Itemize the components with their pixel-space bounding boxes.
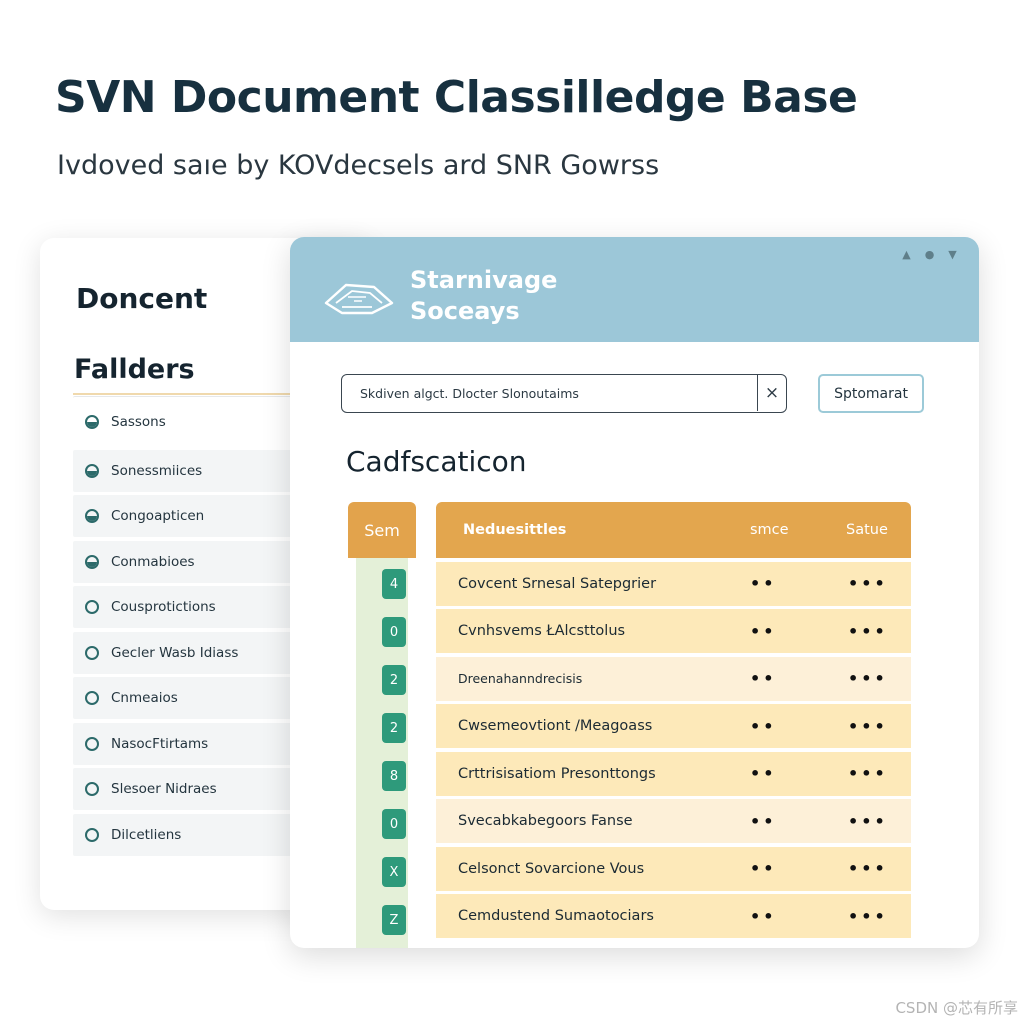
row-name: Cwsemeovtiont /Meagoass bbox=[458, 718, 653, 734]
search-box: × bbox=[341, 374, 787, 413]
row-size: •• bbox=[750, 764, 777, 783]
signal-icon[interactable]: ▲ bbox=[900, 249, 913, 261]
row-name: Celsonct Sovarcione Vous bbox=[458, 860, 645, 877]
folder-label: Gecler Wasb Idiass bbox=[111, 644, 239, 661]
folder-circle-icon bbox=[85, 554, 99, 569]
folder-label: Cnmeaios bbox=[111, 690, 178, 706]
folder-circle-icon bbox=[85, 736, 99, 751]
row-size: •• bbox=[750, 859, 777, 878]
folder-circle-icon bbox=[85, 414, 99, 429]
section-title: Cadfscaticon bbox=[346, 445, 527, 478]
row-status: ••• bbox=[848, 811, 888, 831]
row-size: •• bbox=[750, 906, 777, 926]
row-status: ••• bbox=[848, 574, 888, 593]
table-row[interactable]: Cvnhsvems ŁAlcsttolus •• ••• bbox=[436, 609, 911, 653]
main-panel: Starnivage Soceays ▲ ● ▼ × Sptomarat Cad… bbox=[290, 237, 979, 948]
row-size: •• bbox=[750, 574, 777, 593]
row-name: Dreenahanndrecisis bbox=[458, 671, 583, 686]
page-subtitle: Ivdoved saıe by KOVdecsels ard SNR Gowrs… bbox=[57, 150, 660, 181]
row-number-badge: X bbox=[382, 857, 406, 887]
folders-heading: Fallders bbox=[74, 354, 195, 385]
folder-label: Slesoer Nidraes bbox=[111, 781, 217, 797]
folder-label: Cousprotictions bbox=[111, 599, 216, 615]
header-icons: ▲ ● ▼ bbox=[900, 249, 959, 261]
row-name: Cvnhsvems ŁAlcsttolus bbox=[458, 623, 626, 639]
row-status: ••• bbox=[848, 764, 888, 783]
row-number-badge: 0 bbox=[382, 617, 406, 647]
page-title: SVN Document Classilledge Base bbox=[55, 72, 858, 123]
column-header-name[interactable]: Neduesittles bbox=[463, 502, 566, 558]
row-name: Crttrisisatiom Presonttongs bbox=[458, 765, 656, 782]
table-row[interactable]: Svecabkabegoors Fanse •• ••• bbox=[436, 799, 911, 843]
folder-circle-icon bbox=[85, 600, 99, 614]
row-number-badge: Z bbox=[382, 905, 406, 935]
column-header-size[interactable]: smce bbox=[750, 502, 789, 558]
watermark: CSDN @芯有所享 bbox=[895, 999, 1018, 1017]
folder-circle-icon bbox=[85, 509, 99, 523]
row-status: ••• bbox=[848, 621, 888, 641]
search-button[interactable]: Sptomarat bbox=[818, 374, 924, 413]
row-number-badge: 4 bbox=[382, 569, 406, 599]
table-row[interactable]: Celsonct Sovarcione Vous •• ••• bbox=[436, 846, 911, 891]
row-size: •• bbox=[750, 669, 777, 688]
row-size: •• bbox=[750, 811, 777, 831]
number-column-body: 4 0 2 2 8 0 X Z bbox=[348, 558, 416, 948]
folder-circle-icon bbox=[85, 463, 99, 478]
row-status: ••• bbox=[848, 859, 888, 878]
folder-circle-icon bbox=[85, 645, 99, 660]
brand-name: Starnivage Soceays bbox=[410, 265, 557, 327]
brand-line-1: Starnivage bbox=[410, 266, 558, 294]
folder-circle-icon bbox=[85, 827, 99, 842]
table-row[interactable]: Cwsemeovtiont /Meagoass •• ••• bbox=[436, 704, 911, 748]
number-column: Sem 4 0 2 2 8 0 X Z bbox=[348, 502, 416, 948]
row-status: ••• bbox=[848, 716, 888, 736]
clear-search-icon[interactable]: × bbox=[757, 375, 786, 411]
column-header-status[interactable]: Satue bbox=[846, 502, 888, 558]
folder-circle-icon bbox=[85, 782, 99, 796]
row-number-badge: 2 bbox=[382, 665, 406, 695]
number-column-header: Sem bbox=[348, 502, 416, 558]
row-name: Covcent Srnesal Satepgrier bbox=[458, 575, 657, 592]
folder-label: Sassons bbox=[111, 413, 166, 430]
row-status: ••• bbox=[848, 669, 888, 688]
row-size: •• bbox=[750, 716, 777, 736]
table-row[interactable]: Covcent Srnesal Satepgrier •• ••• bbox=[436, 561, 911, 606]
row-name: Svecabkabegoors Fanse bbox=[458, 813, 633, 829]
table-header: Neduesittles smce Satue bbox=[436, 502, 911, 558]
row-size: •• bbox=[750, 621, 777, 641]
row-status: ••• bbox=[848, 906, 888, 926]
folder-label: Dilcetliens bbox=[111, 826, 182, 843]
folder-label: Conmabioes bbox=[111, 553, 195, 570]
table-row[interactable]: Cemdustend Sumaotociars •• ••• bbox=[436, 894, 911, 938]
folder-label: Sonessmiices bbox=[111, 462, 203, 479]
folder-circle-icon bbox=[85, 691, 99, 705]
location-pin-icon[interactable]: ● bbox=[923, 249, 936, 261]
row-number-badge: 2 bbox=[382, 713, 406, 743]
row-number-badge: 0 bbox=[382, 809, 406, 839]
brand-line-2: Soceays bbox=[410, 297, 520, 325]
stack-logo-icon bbox=[324, 283, 394, 315]
table-row[interactable]: Dreenahanndrecisis •• ••• bbox=[436, 656, 911, 701]
search-input[interactable] bbox=[342, 375, 757, 411]
document-table: Neduesittles smce Satue Covcent Srnesal … bbox=[436, 502, 911, 938]
folder-label: Congoapticen bbox=[111, 508, 205, 524]
row-number-badge: 8 bbox=[382, 761, 406, 791]
row-name: Cemdustend Sumaotociars bbox=[458, 908, 654, 924]
folder-label: NasocFtirtams bbox=[111, 735, 209, 752]
table-row[interactable]: Crttrisisatiom Presonttongs •• ••• bbox=[436, 751, 911, 796]
sidebar-title: Doncent bbox=[76, 282, 208, 315]
wifi-icon[interactable]: ▼ bbox=[946, 249, 959, 261]
main-header: Starnivage Soceays ▲ ● ▼ bbox=[290, 237, 979, 342]
